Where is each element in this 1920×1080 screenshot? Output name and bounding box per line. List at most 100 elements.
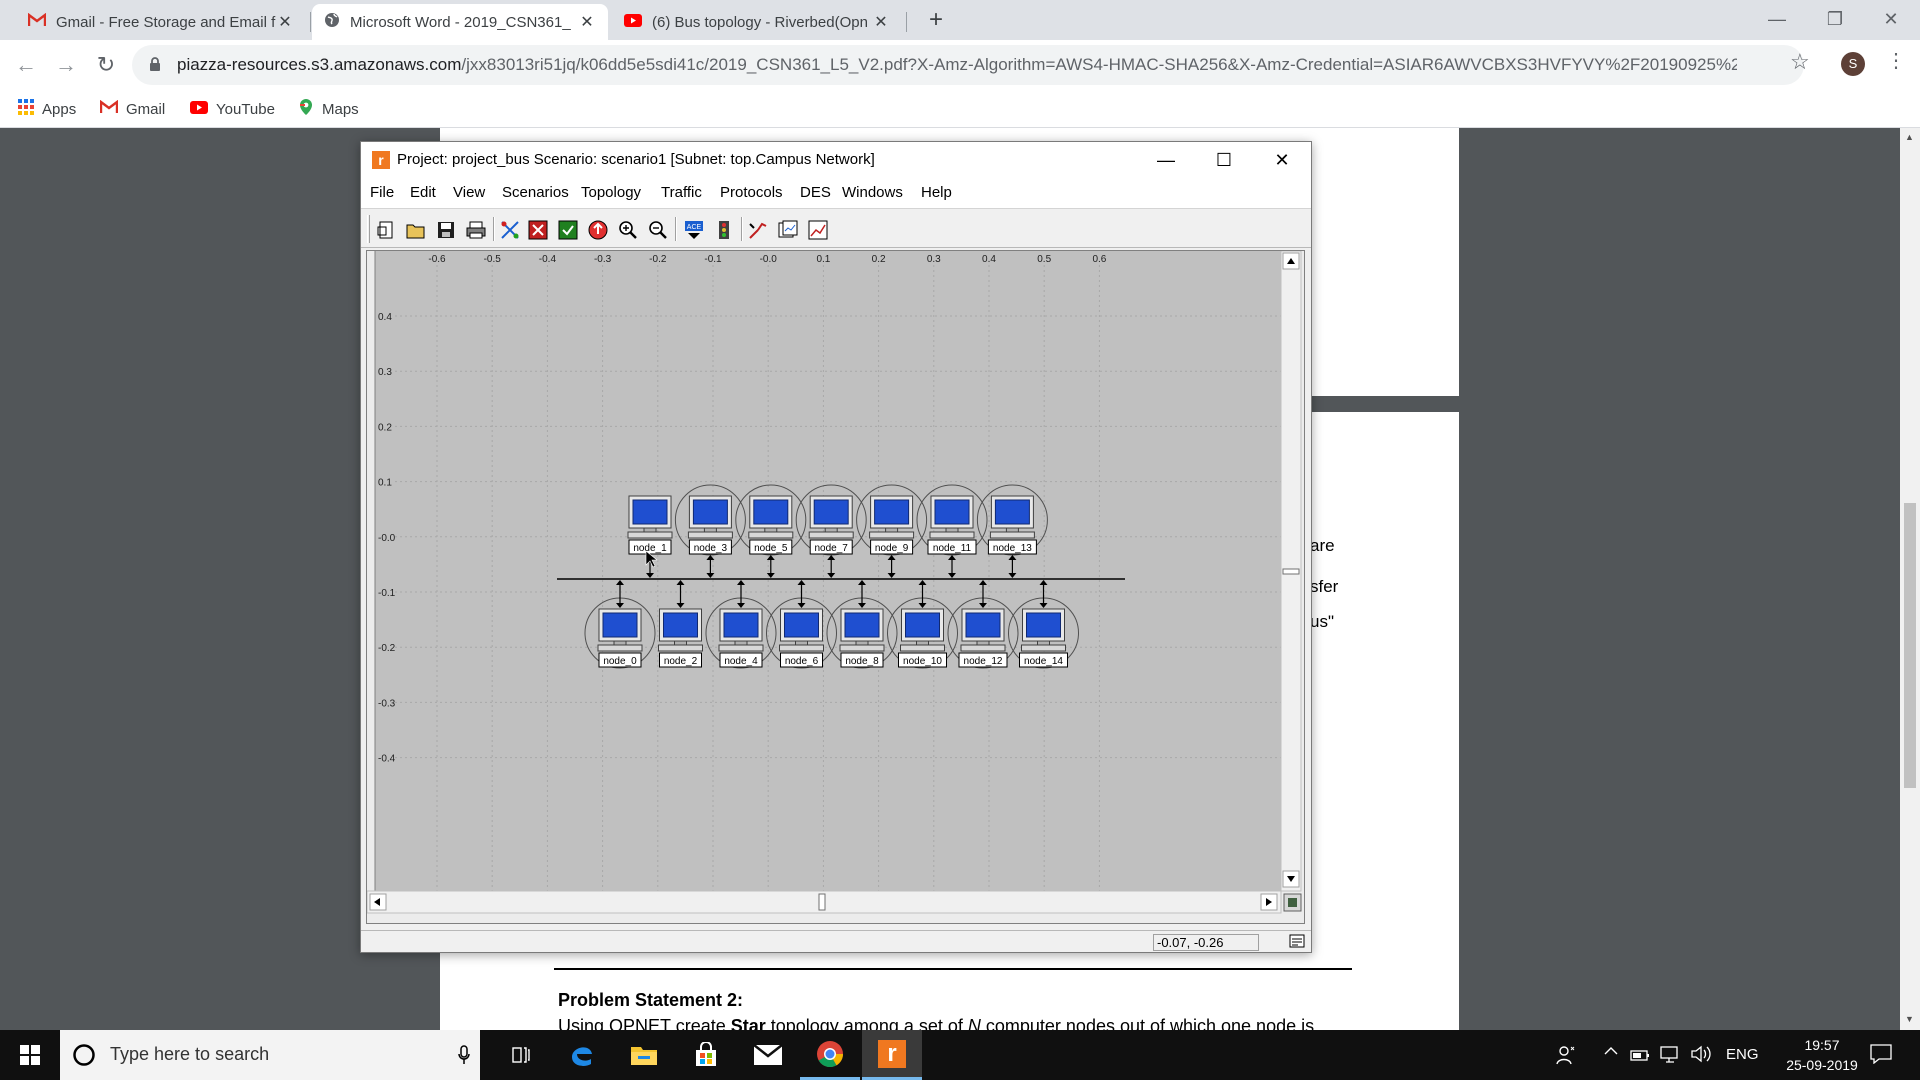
microphone-icon[interactable] bbox=[457, 1045, 471, 1065]
bookmark-label: YouTube bbox=[216, 100, 275, 118]
close-window-icon[interactable]: ✕ bbox=[1862, 0, 1920, 40]
graph-panel-icon[interactable] bbox=[777, 219, 799, 241]
clock-time[interactable]: 19:57 bbox=[1787, 1037, 1857, 1053]
x-ruler-label: -0.3 bbox=[594, 254, 612, 265]
minimize-icon[interactable]: — bbox=[1748, 0, 1806, 40]
fail-node-icon[interactable] bbox=[527, 219, 549, 241]
return-parent-icon[interactable] bbox=[587, 219, 609, 241]
tab-youtube[interactable]: (6) Bus topology - Riverbed(Opn ✕ bbox=[612, 4, 902, 40]
back-arrow-icon[interactable]: ← bbox=[10, 49, 42, 81]
network-canvas[interactable]: -0.6 -0.5 -0.4 -0.3 -0.2 -0.1 -0.0 0.1 0.2 0.3 0.4… bbox=[366, 250, 1304, 923]
keyboard bbox=[989, 531, 1035, 539]
taskbar-search-box[interactable]: Type here to search bbox=[60, 1030, 480, 1080]
clock-date[interactable]: 25-09-2019 bbox=[1773, 1057, 1871, 1073]
people-icon[interactable] bbox=[1556, 1045, 1576, 1069]
pdf-scrollbar[interactable]: ▲ ▼ bbox=[1900, 128, 1920, 1030]
restore-icon[interactable]: ❐ bbox=[1806, 0, 1864, 40]
menu-view[interactable]: View bbox=[453, 184, 485, 201]
address-bar[interactable]: piazza-resources.s3.amazonaws.com/jxx830… bbox=[132, 45, 1804, 85]
monitor-screen bbox=[723, 612, 759, 638]
monitor-screen bbox=[965, 612, 1001, 638]
forward-arrow-icon[interactable]: → bbox=[50, 49, 82, 81]
x-ruler-label: -0.4 bbox=[539, 254, 557, 265]
save-icon[interactable] bbox=[435, 219, 457, 241]
maps-icon bbox=[298, 98, 314, 120]
maximize-icon[interactable]: ☐ bbox=[1195, 142, 1253, 178]
riverbed-app[interactable]: r bbox=[862, 1030, 922, 1080]
project-workspace: -0.6 -0.5 -0.4 -0.3 -0.2 -0.1 -0.0 0.1 0.2 0.3 0.4… bbox=[366, 250, 1305, 924]
menu-scenarios[interactable]: Scenarios bbox=[502, 184, 569, 201]
tab-gmail[interactable]: Gmail - Free Storage and Email fr ✕ bbox=[16, 4, 306, 40]
scroll-up-arrow-icon[interactable]: ▲ bbox=[1905, 132, 1914, 142]
keyboard bbox=[808, 531, 854, 539]
configure-run-icon[interactable] bbox=[713, 219, 735, 241]
problem-heading: Problem Statement 2: bbox=[558, 990, 744, 1010]
more-menu-icon[interactable]: ⋮ bbox=[1886, 48, 1906, 73]
menu-topology[interactable]: Topology bbox=[581, 184, 641, 201]
open-folder-icon[interactable] bbox=[405, 219, 427, 241]
menu-help[interactable]: Help bbox=[921, 184, 952, 201]
edge-app[interactable] bbox=[552, 1030, 612, 1080]
menu-des[interactable]: DES bbox=[800, 184, 831, 201]
monitor-screen bbox=[663, 612, 698, 638]
pdf-scroll-thumb[interactable] bbox=[1904, 503, 1916, 788]
results-icon[interactable] bbox=[747, 219, 769, 241]
input-language[interactable]: ENG bbox=[1726, 1046, 1759, 1063]
monitor-stand bbox=[916, 640, 929, 646]
minimize-icon[interactable]: — bbox=[1137, 142, 1195, 178]
bookmark-youtube[interactable]: YouTube bbox=[190, 98, 275, 120]
battery-icon[interactable] bbox=[1630, 1045, 1652, 1067]
recover-node-icon[interactable] bbox=[557, 219, 579, 241]
monitor-screen bbox=[874, 499, 910, 525]
close-icon[interactable]: ✕ bbox=[578, 12, 596, 32]
menu-protocols[interactable]: Protocols bbox=[720, 184, 783, 201]
close-icon[interactable]: ✕ bbox=[1253, 142, 1311, 178]
bookmark-gmail[interactable]: Gmail bbox=[99, 98, 165, 120]
page-text-fragment: are bbox=[1310, 536, 1335, 555]
print-icon[interactable] bbox=[465, 219, 487, 241]
status-message-icon[interactable] bbox=[1289, 933, 1305, 949]
avatar[interactable]: S bbox=[1841, 52, 1865, 76]
mail-app[interactable] bbox=[738, 1030, 798, 1080]
reload-icon[interactable]: ↻ bbox=[90, 49, 122, 81]
monitor-screen bbox=[934, 499, 970, 525]
keyboard bbox=[869, 531, 915, 539]
tab-word-pdf[interactable]: Microsoft Word - 2019_CSN361_ ✕ bbox=[312, 4, 608, 40]
monitor-screen bbox=[994, 499, 1030, 525]
bookmark-star-icon[interactable]: ☆ bbox=[1790, 49, 1810, 75]
start-button[interactable] bbox=[0, 1030, 60, 1080]
problem-text-part: computer nodes out of which one node is bbox=[980, 1016, 1315, 1030]
file-explorer-app[interactable] bbox=[614, 1030, 674, 1080]
notifications-icon[interactable] bbox=[1870, 1044, 1892, 1068]
menu-file[interactable]: File bbox=[370, 184, 394, 201]
lock-icon[interactable] bbox=[149, 56, 161, 72]
store-app[interactable] bbox=[676, 1030, 736, 1080]
folder-icon bbox=[631, 1047, 657, 1065]
bookmark-maps[interactable]: Maps bbox=[298, 98, 359, 120]
chevron-up-icon[interactable] bbox=[1604, 1044, 1618, 1062]
close-icon[interactable]: ✕ bbox=[872, 12, 890, 32]
keyboard bbox=[627, 531, 673, 539]
opnet-title-bar[interactable]: r Project: project_bus Scenario: scenari… bbox=[361, 142, 1311, 178]
new-icon[interactable] bbox=[375, 219, 397, 241]
task-view-button[interactable] bbox=[490, 1030, 550, 1080]
scroll-down-arrow-icon[interactable]: ▼ bbox=[1905, 1014, 1914, 1024]
chrome-app[interactable] bbox=[800, 1030, 860, 1080]
menu-windows[interactable]: Windows bbox=[842, 184, 903, 201]
new-tab-button[interactable]: + bbox=[922, 4, 950, 36]
close-icon[interactable]: ✕ bbox=[276, 12, 294, 32]
object-palette-icon[interactable] bbox=[499, 219, 521, 241]
bookmark-label: Apps bbox=[42, 100, 77, 118]
node-label: node_6 bbox=[785, 656, 819, 667]
chart-icon[interactable] bbox=[807, 219, 829, 241]
x-ruler-label: 0.5 bbox=[1037, 254, 1051, 265]
node-label: node_10 bbox=[903, 656, 942, 667]
zoom-in-icon[interactable] bbox=[617, 219, 639, 241]
network-icon[interactable] bbox=[1660, 1045, 1682, 1069]
bookmark-apps[interactable]: Apps bbox=[18, 98, 76, 120]
ace-icon[interactable]: ACE bbox=[683, 219, 705, 241]
menu-traffic[interactable]: Traffic bbox=[661, 184, 702, 201]
zoom-out-icon[interactable] bbox=[647, 219, 669, 241]
volume-icon[interactable] bbox=[1690, 1045, 1712, 1067]
menu-edit[interactable]: Edit bbox=[410, 184, 436, 201]
